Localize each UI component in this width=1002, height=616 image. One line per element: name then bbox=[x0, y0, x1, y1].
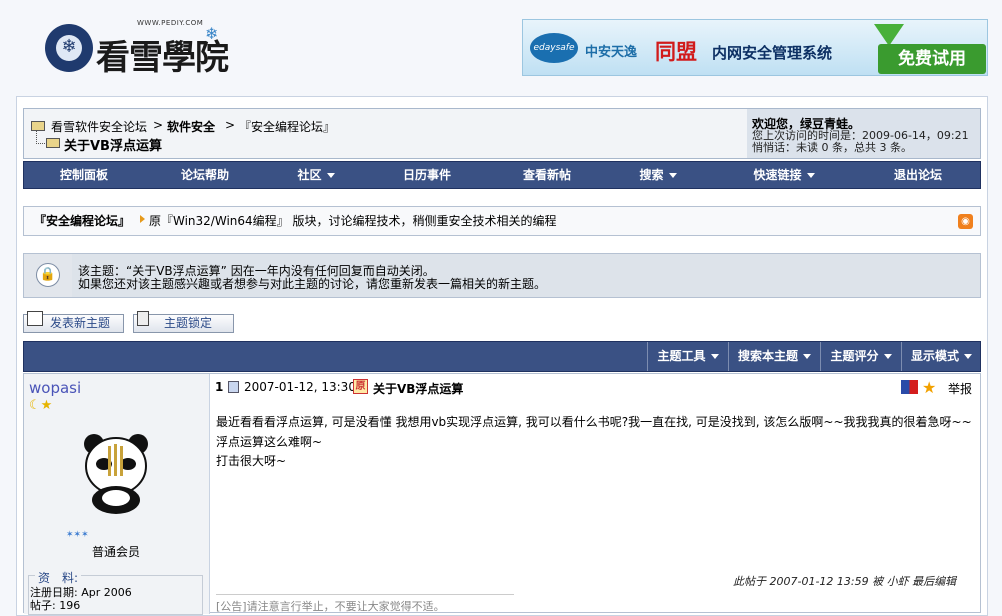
tree-connector bbox=[36, 131, 45, 144]
edited-note: 此帖于 2007-01-12 13:59 被 小虾 最后编辑 bbox=[733, 575, 957, 588]
breadcrumb-link-secure-programming[interactable]: 『安全编程论坛』 bbox=[239, 118, 335, 135]
post-count: 帖子: 196 bbox=[30, 599, 81, 612]
nav-search[interactable]: 搜索 bbox=[598, 161, 718, 189]
rss-icon[interactable]: ◉ bbox=[958, 214, 973, 229]
post-number[interactable]: 1 bbox=[215, 380, 223, 394]
private-message-link[interactable]: 悄悄话：未读 0 条，总共 3 条。 bbox=[752, 139, 912, 155]
post-page-icon bbox=[228, 381, 239, 393]
post-body-line: 打击很大呀~ bbox=[216, 454, 287, 468]
ad-brand: 同盟 bbox=[655, 40, 697, 64]
rate-thread-menu[interactable]: 主题评分 bbox=[820, 342, 901, 371]
online-status-icon: ☾★ bbox=[29, 398, 53, 413]
nav-control-panel[interactable]: 控制面板 bbox=[24, 161, 144, 189]
flag-icon[interactable] bbox=[901, 380, 918, 394]
logo-url-text: WWW.PEDIY.COM bbox=[137, 19, 204, 27]
caret-down-icon bbox=[806, 173, 815, 178]
ad-logo-icon: edaysafe bbox=[530, 33, 578, 63]
ad-product: 内网安全管理系统 bbox=[712, 44, 833, 62]
nav-logout[interactable]: 退出论坛 bbox=[858, 161, 978, 189]
caret-down-icon bbox=[710, 354, 719, 359]
snowflake-icon: ❄ bbox=[61, 36, 77, 57]
thread-tools-menu[interactable]: 主题工具 bbox=[647, 342, 728, 371]
caret-down-icon bbox=[803, 354, 811, 359]
display-mode-menu[interactable]: 显示模式 bbox=[901, 342, 981, 371]
open-folder-icon bbox=[46, 138, 60, 148]
caret-down-icon bbox=[883, 354, 892, 359]
report-link[interactable]: 举报 bbox=[948, 380, 972, 397]
notice-line-2: 如果您还对该主题感兴趣或者想参与对此主题的讨论，请您重新发表一篇相关的新主题。 bbox=[78, 277, 547, 291]
signature-divider bbox=[216, 594, 514, 595]
nav-new-posts[interactable]: 查看新帖 bbox=[487, 161, 607, 189]
thread-title-breadcrumb: 关于VB浮点运算 bbox=[64, 139, 162, 154]
forum-description: 原『Win32/Win64编程』 版块，讨论编程技术，稍侧重安全技术相关的编程 bbox=[149, 214, 557, 228]
post-body: 最近看看看浮点运算, 可是没看懂 我想用vb实现浮点运算, 我可以看什么书呢?我… bbox=[216, 415, 972, 449]
breadcrumb-separator: > bbox=[225, 118, 236, 132]
star-icon[interactable]: ★ bbox=[922, 378, 936, 397]
original-badge-icon: 原 bbox=[353, 379, 368, 394]
caret-down-icon bbox=[326, 173, 335, 178]
search-thread-menu[interactable]: 搜索本主题 bbox=[728, 342, 820, 371]
new-post-icon bbox=[27, 311, 43, 326]
caret-down-icon bbox=[964, 354, 972, 359]
member-rank: 普通会员 bbox=[92, 545, 141, 559]
signature-text: [公告]请注意言行举止，不要让大家觉得不适。 bbox=[216, 600, 445, 613]
avatar[interactable] bbox=[80, 430, 152, 516]
lock-icon: 🔒 bbox=[36, 263, 60, 287]
folder-icon bbox=[31, 121, 45, 131]
snowflake-decor-icon: ❄ bbox=[205, 24, 219, 43]
nav-calendar[interactable]: 日历事件 bbox=[367, 161, 487, 189]
caret-down-icon bbox=[668, 173, 677, 178]
nav-quick-links[interactable]: 快速链接 bbox=[724, 161, 844, 189]
forum-title-link[interactable]: 『安全编程论坛』 bbox=[34, 212, 130, 229]
author-name-link[interactable]: wopasi bbox=[29, 379, 81, 397]
nav-help[interactable]: 论坛帮助 bbox=[145, 161, 265, 189]
breadcrumb-link-software-security[interactable]: 软件安全 bbox=[167, 118, 215, 135]
download-arrow-icon bbox=[874, 24, 904, 46]
breadcrumb-link-forum-home[interactable]: 看雪软件安全论坛 bbox=[51, 118, 147, 135]
post-title: 关于VB浮点运算 bbox=[373, 382, 464, 396]
rank-stars-icon: ✶✶✶ bbox=[66, 530, 89, 540]
padlock-icon bbox=[137, 311, 149, 326]
post-date: 2007-01-12, 13:30 bbox=[244, 380, 356, 394]
nav-community[interactable]: 社区 bbox=[256, 161, 376, 189]
ad-free-trial-button[interactable]: 免费试用 bbox=[878, 44, 986, 74]
breadcrumb-separator: > bbox=[153, 118, 164, 132]
ad-company: 中安天逸 bbox=[585, 45, 638, 60]
arrow-right-icon bbox=[140, 215, 145, 223]
